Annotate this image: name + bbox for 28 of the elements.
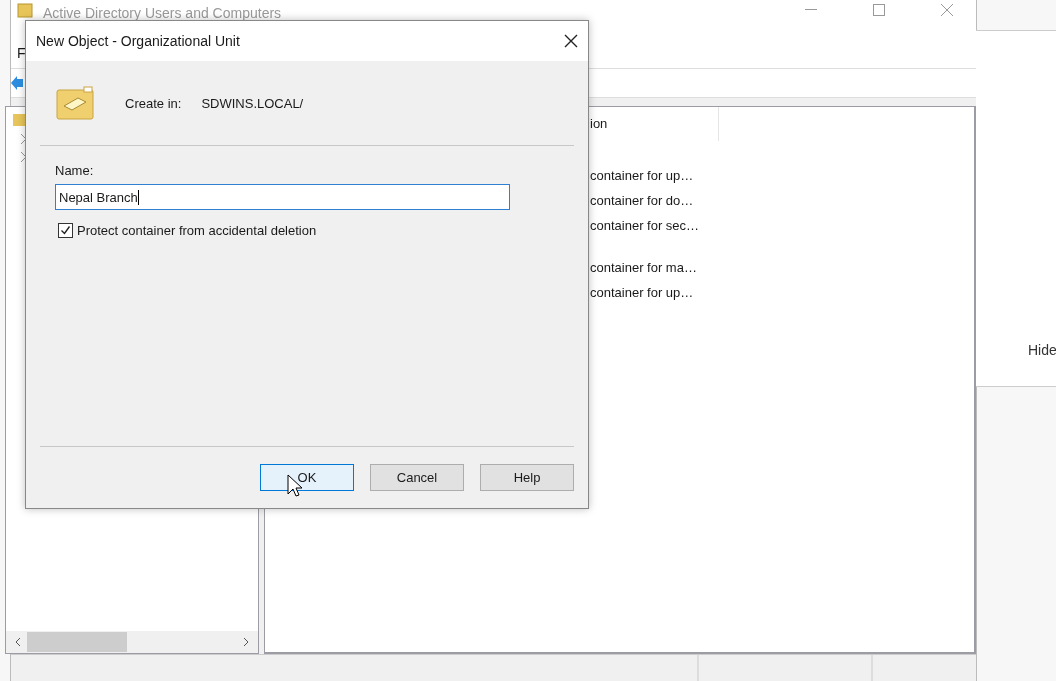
menu-item[interactable]: F xyxy=(15,43,28,63)
name-label: Name: xyxy=(55,163,95,178)
dialog-title: New Object - Organizational Unit xyxy=(36,33,240,49)
window-title: Active Directory Users and Computers xyxy=(43,5,283,21)
scrollbar-thumb[interactable] xyxy=(27,632,127,652)
list-cell-text: container for do… xyxy=(590,192,695,209)
column-header[interactable]: ion xyxy=(590,107,719,141)
folder-icon xyxy=(56,86,94,120)
list-cell-text: container for up… xyxy=(590,284,695,301)
name-field[interactable]: Nepal Branch xyxy=(55,184,510,210)
create-in-path: SDWINS.LOCAL/ xyxy=(201,95,304,111)
chevron-right-icon[interactable] xyxy=(243,637,250,647)
list-cell-text: container for up… xyxy=(590,167,695,184)
hide-link[interactable]: Hide xyxy=(1028,342,1056,358)
minimize-icon[interactable] xyxy=(805,9,817,11)
dialog-button[interactable]: OK xyxy=(260,464,354,491)
protect-checkbox[interactable] xyxy=(58,223,73,238)
close-icon[interactable] xyxy=(564,34,578,48)
dialog-button[interactable]: Cancel xyxy=(370,464,464,491)
list-cell-text: container for sec… xyxy=(590,217,701,234)
list-cell-text: container for ma… xyxy=(590,259,698,276)
protect-label: Protect container from accidental deletion xyxy=(77,223,317,238)
maximize-icon[interactable] xyxy=(873,4,885,16)
folder-icon xyxy=(17,2,33,18)
back-arrow-icon[interactable] xyxy=(11,76,23,90)
dialog-button[interactable]: Help xyxy=(480,464,574,491)
chevron-left-icon[interactable] xyxy=(14,637,21,647)
create-in-label: Create in: xyxy=(125,95,182,111)
